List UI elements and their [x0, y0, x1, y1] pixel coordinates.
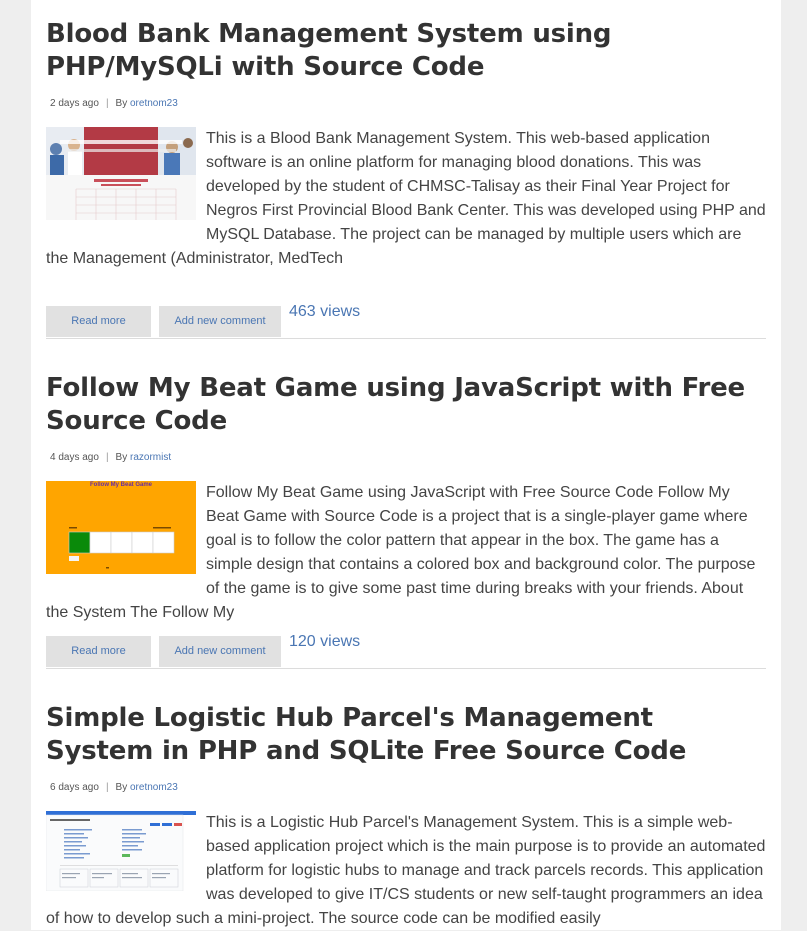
blood-bank-screenshot-thumbnail[interactable] [46, 127, 196, 220]
article-blood-bank: Blood Bank Management System using PHP/M… [46, 18, 766, 271]
by-label: By [115, 782, 128, 793]
article-meta: 4 days ago | By razormist [50, 452, 172, 463]
article-title[interactable]: Follow My Beat Game using JavaScript wit… [46, 372, 766, 438]
logistic-hub-screenshot-thumbnail[interactable] [46, 811, 196, 891]
post-date: 4 days ago [50, 452, 99, 463]
article-body: Follow My Beat Game Follow My Beat Game … [46, 481, 766, 625]
beat-game-screenshot-thumbnail[interactable]: Follow My Beat Game [46, 481, 196, 574]
by-label: By [115, 98, 128, 109]
by-label: By [115, 452, 128, 463]
author-link[interactable]: razormist [130, 452, 171, 463]
author-link[interactable]: oretnom23 [130, 98, 178, 109]
view-count: 463 views [289, 303, 361, 320]
content-column: Blood Bank Management System using PHP/M… [31, 0, 781, 930]
article-meta: 6 days ago | By oretnom23 [50, 782, 178, 793]
post-date: 6 days ago [50, 782, 99, 793]
read-more-button[interactable]: Read more [46, 306, 151, 337]
article-meta: 2 days ago | By oretnom23 [50, 98, 178, 109]
article-follow-my-beat: Follow My Beat Game using JavaScript wit… [46, 372, 766, 625]
add-comment-button[interactable]: Add new comment [159, 306, 281, 337]
article-links: Read more Add new comment 120 views [46, 633, 766, 669]
view-count: 120 views [289, 633, 361, 650]
article-title[interactable]: Simple Logistic Hub Parcel's Management … [46, 702, 766, 768]
author-link[interactable]: oretnom23 [130, 782, 178, 793]
article-body: This is a Logistic Hub Parcel's Manageme… [46, 811, 766, 931]
article-logistic-hub: Simple Logistic Hub Parcel's Management … [46, 702, 766, 931]
article-body: This is a Blood Bank Management System. … [46, 127, 766, 271]
thumb-game-title: Follow My Beat Game [90, 482, 153, 488]
read-more-button[interactable]: Read more [46, 636, 151, 667]
post-date: 2 days ago [50, 98, 99, 109]
article-links: Read more Add new comment 463 views [46, 303, 766, 339]
add-comment-button[interactable]: Add new comment [159, 636, 281, 667]
article-title[interactable]: Blood Bank Management System using PHP/M… [46, 18, 766, 84]
